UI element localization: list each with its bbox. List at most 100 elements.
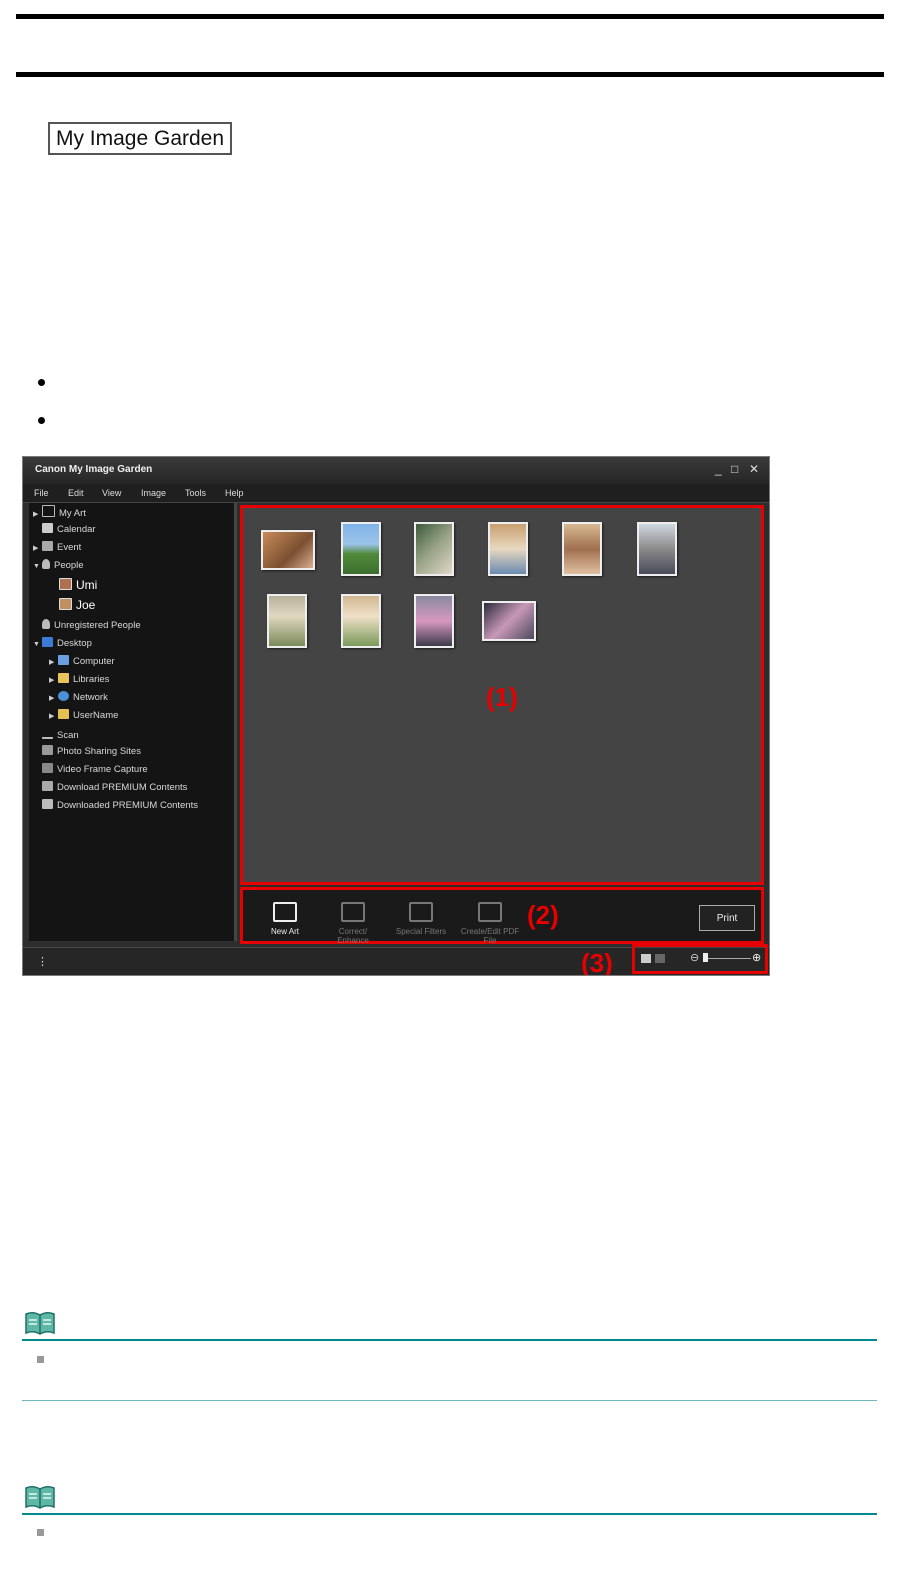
sidebar-item-label: Event	[57, 542, 82, 553]
expand-arrow-icon[interactable]: ▶	[49, 692, 58, 706]
zoom-out-icon[interactable]: ⊖	[690, 951, 699, 964]
photo-thumbnail[interactable]	[488, 522, 528, 576]
download-icon	[42, 781, 53, 791]
expand-arrow-icon[interactable]: ▶	[33, 508, 42, 522]
zoom-slider-handle[interactable]	[703, 953, 708, 962]
more-options-icon[interactable]: ⋮	[37, 955, 48, 968]
app-window: Canon My Image Garden _ □ ✕ File Edit Vi…	[22, 456, 770, 976]
action-bar: New Art Correct/ Enhance Special Filters…	[240, 887, 764, 945]
new-art-icon	[273, 902, 297, 922]
user-folder-icon	[58, 709, 69, 719]
expand-arrow-icon[interactable]: ▶	[49, 710, 58, 724]
zoom-slider-track[interactable]	[705, 958, 751, 959]
correct-enhance-button[interactable]: Correct/ Enhance	[323, 902, 383, 945]
menu-image[interactable]: Image	[141, 488, 166, 498]
sidebar-item-desktop[interactable]: ▼ Desktop	[33, 637, 92, 651]
display-size-area: ⊖ ⊕	[632, 944, 768, 974]
photo-thumbnail[interactable]	[341, 522, 381, 576]
new-art-button[interactable]: New Art	[255, 902, 315, 936]
sidebar-item-scan[interactable]: Scan	[42, 727, 79, 741]
create-edit-pdf-button[interactable]: Create/Edit PDF File	[460, 902, 520, 945]
sidebar-item-label: Umi	[76, 578, 98, 592]
note-book-icon	[25, 1485, 55, 1509]
window-title: Canon My Image Garden	[35, 464, 153, 475]
menu-bar: File Edit View Image Tools Help	[23, 484, 769, 503]
photo-thumbnail[interactable]	[261, 530, 315, 570]
sidebar-item-username[interactable]: ▶ UserName	[49, 709, 118, 723]
correct-enhance-icon	[341, 902, 365, 922]
sidebar-item-network[interactable]: ▶ Network	[49, 691, 108, 705]
photo-thumbnail[interactable]	[414, 594, 454, 648]
top-rule	[16, 14, 884, 19]
expand-arrow-icon[interactable]: ▶	[33, 542, 42, 556]
sidebar-item-my-art[interactable]: ▶ My Art	[33, 505, 86, 519]
pdf-icon	[478, 902, 502, 922]
collapse-arrow-icon[interactable]: ▼	[33, 560, 42, 574]
sidebar-item-umi[interactable]: Umi	[59, 578, 97, 592]
sidebar-item-label: Computer	[73, 656, 115, 667]
sidebar-item-photo-sharing-sites[interactable]: Photo Sharing Sites	[42, 745, 141, 759]
maximize-button[interactable]: □	[731, 463, 738, 475]
sidebar-item-label: Calendar	[57, 524, 96, 535]
sidebar-item-people[interactable]: ▼ People	[33, 559, 84, 573]
sidebar-item-unregistered-people[interactable]: Unregistered People	[42, 619, 141, 633]
menu-view[interactable]: View	[102, 488, 121, 498]
area-label-1: (1)	[486, 682, 518, 712]
network-icon	[58, 691, 69, 701]
menu-edit[interactable]: Edit	[68, 488, 84, 498]
photo-thumbnail[interactable]	[637, 522, 677, 576]
bullet-2	[38, 417, 45, 424]
sidebar-item-joe[interactable]: Joe	[59, 598, 95, 612]
photo-thumbnail[interactable]	[482, 601, 536, 641]
thumbnail-view-icon[interactable]	[641, 954, 651, 963]
sidebar-item-label: Desktop	[57, 638, 92, 649]
sidebar-item-download-premium[interactable]: Download PREMIUM Contents	[42, 781, 187, 795]
libraries-icon	[58, 673, 69, 683]
expand-arrow-icon[interactable]: ▶	[49, 656, 58, 670]
person-photo-icon	[59, 598, 72, 610]
sidebar-item-downloaded-premium[interactable]: Downloaded PREMIUM Contents	[42, 799, 198, 813]
photo-thumbnail[interactable]	[562, 522, 602, 576]
minimize-button[interactable]: _	[715, 463, 722, 475]
sidebar-item-event[interactable]: ▶ Event	[33, 541, 81, 555]
photo-thumbnail[interactable]	[341, 594, 381, 648]
scan-icon	[42, 727, 53, 739]
zoom-in-icon[interactable]: ⊕	[752, 951, 761, 964]
people-icon	[42, 559, 50, 569]
collapse-arrow-icon[interactable]: ▼	[33, 638, 42, 652]
sidebar-item-label: Video Frame Capture	[57, 764, 148, 775]
desktop-icon	[42, 637, 53, 647]
action-label: New Art	[270, 927, 299, 936]
special-filters-button[interactable]: Special Filters	[391, 902, 451, 936]
note-1-bullet	[37, 1356, 44, 1363]
event-icon	[42, 541, 53, 551]
menu-help[interactable]: Help	[225, 488, 244, 498]
header-rule	[16, 72, 884, 77]
special-filters-icon	[409, 902, 433, 922]
sidebar-item-label: Photo Sharing Sites	[57, 746, 141, 757]
note-2-bullet	[37, 1529, 44, 1536]
sidebar-item-computer[interactable]: ▶ Computer	[49, 655, 115, 669]
close-button[interactable]: ✕	[749, 463, 759, 475]
menu-file[interactable]: File	[34, 488, 49, 498]
details-view-icon[interactable]	[655, 954, 665, 963]
photo-thumbnail[interactable]	[414, 522, 454, 576]
photo-thumbnail[interactable]	[267, 594, 307, 648]
calendar-icon	[42, 523, 53, 533]
person-photo-icon	[59, 578, 72, 590]
computer-icon	[58, 655, 69, 665]
sidebar-item-calendar[interactable]: Calendar	[33, 523, 96, 537]
expand-arrow-icon[interactable]: ▶	[49, 674, 58, 688]
image-view-area: (1)	[240, 505, 764, 885]
my-art-icon	[42, 505, 55, 517]
sidebar-item-video-frame-capture[interactable]: Video Frame Capture	[42, 763, 148, 777]
sidebar-item-libraries[interactable]: ▶ Libraries	[49, 673, 109, 687]
sidebar-item-label: Scan	[57, 730, 79, 741]
print-button[interactable]: Print	[699, 905, 755, 931]
sidebar-item-label: People	[54, 560, 84, 571]
menu-tools[interactable]: Tools	[185, 488, 206, 498]
sidebar-item-label: Download PREMIUM Contents	[57, 782, 188, 793]
sidebar-tree: ▶ My Art Calendar ▶ Event ▼ People Umi Joe …	[29, 503, 237, 941]
folder-icon	[42, 799, 53, 809]
note-1-rule	[22, 1339, 877, 1341]
